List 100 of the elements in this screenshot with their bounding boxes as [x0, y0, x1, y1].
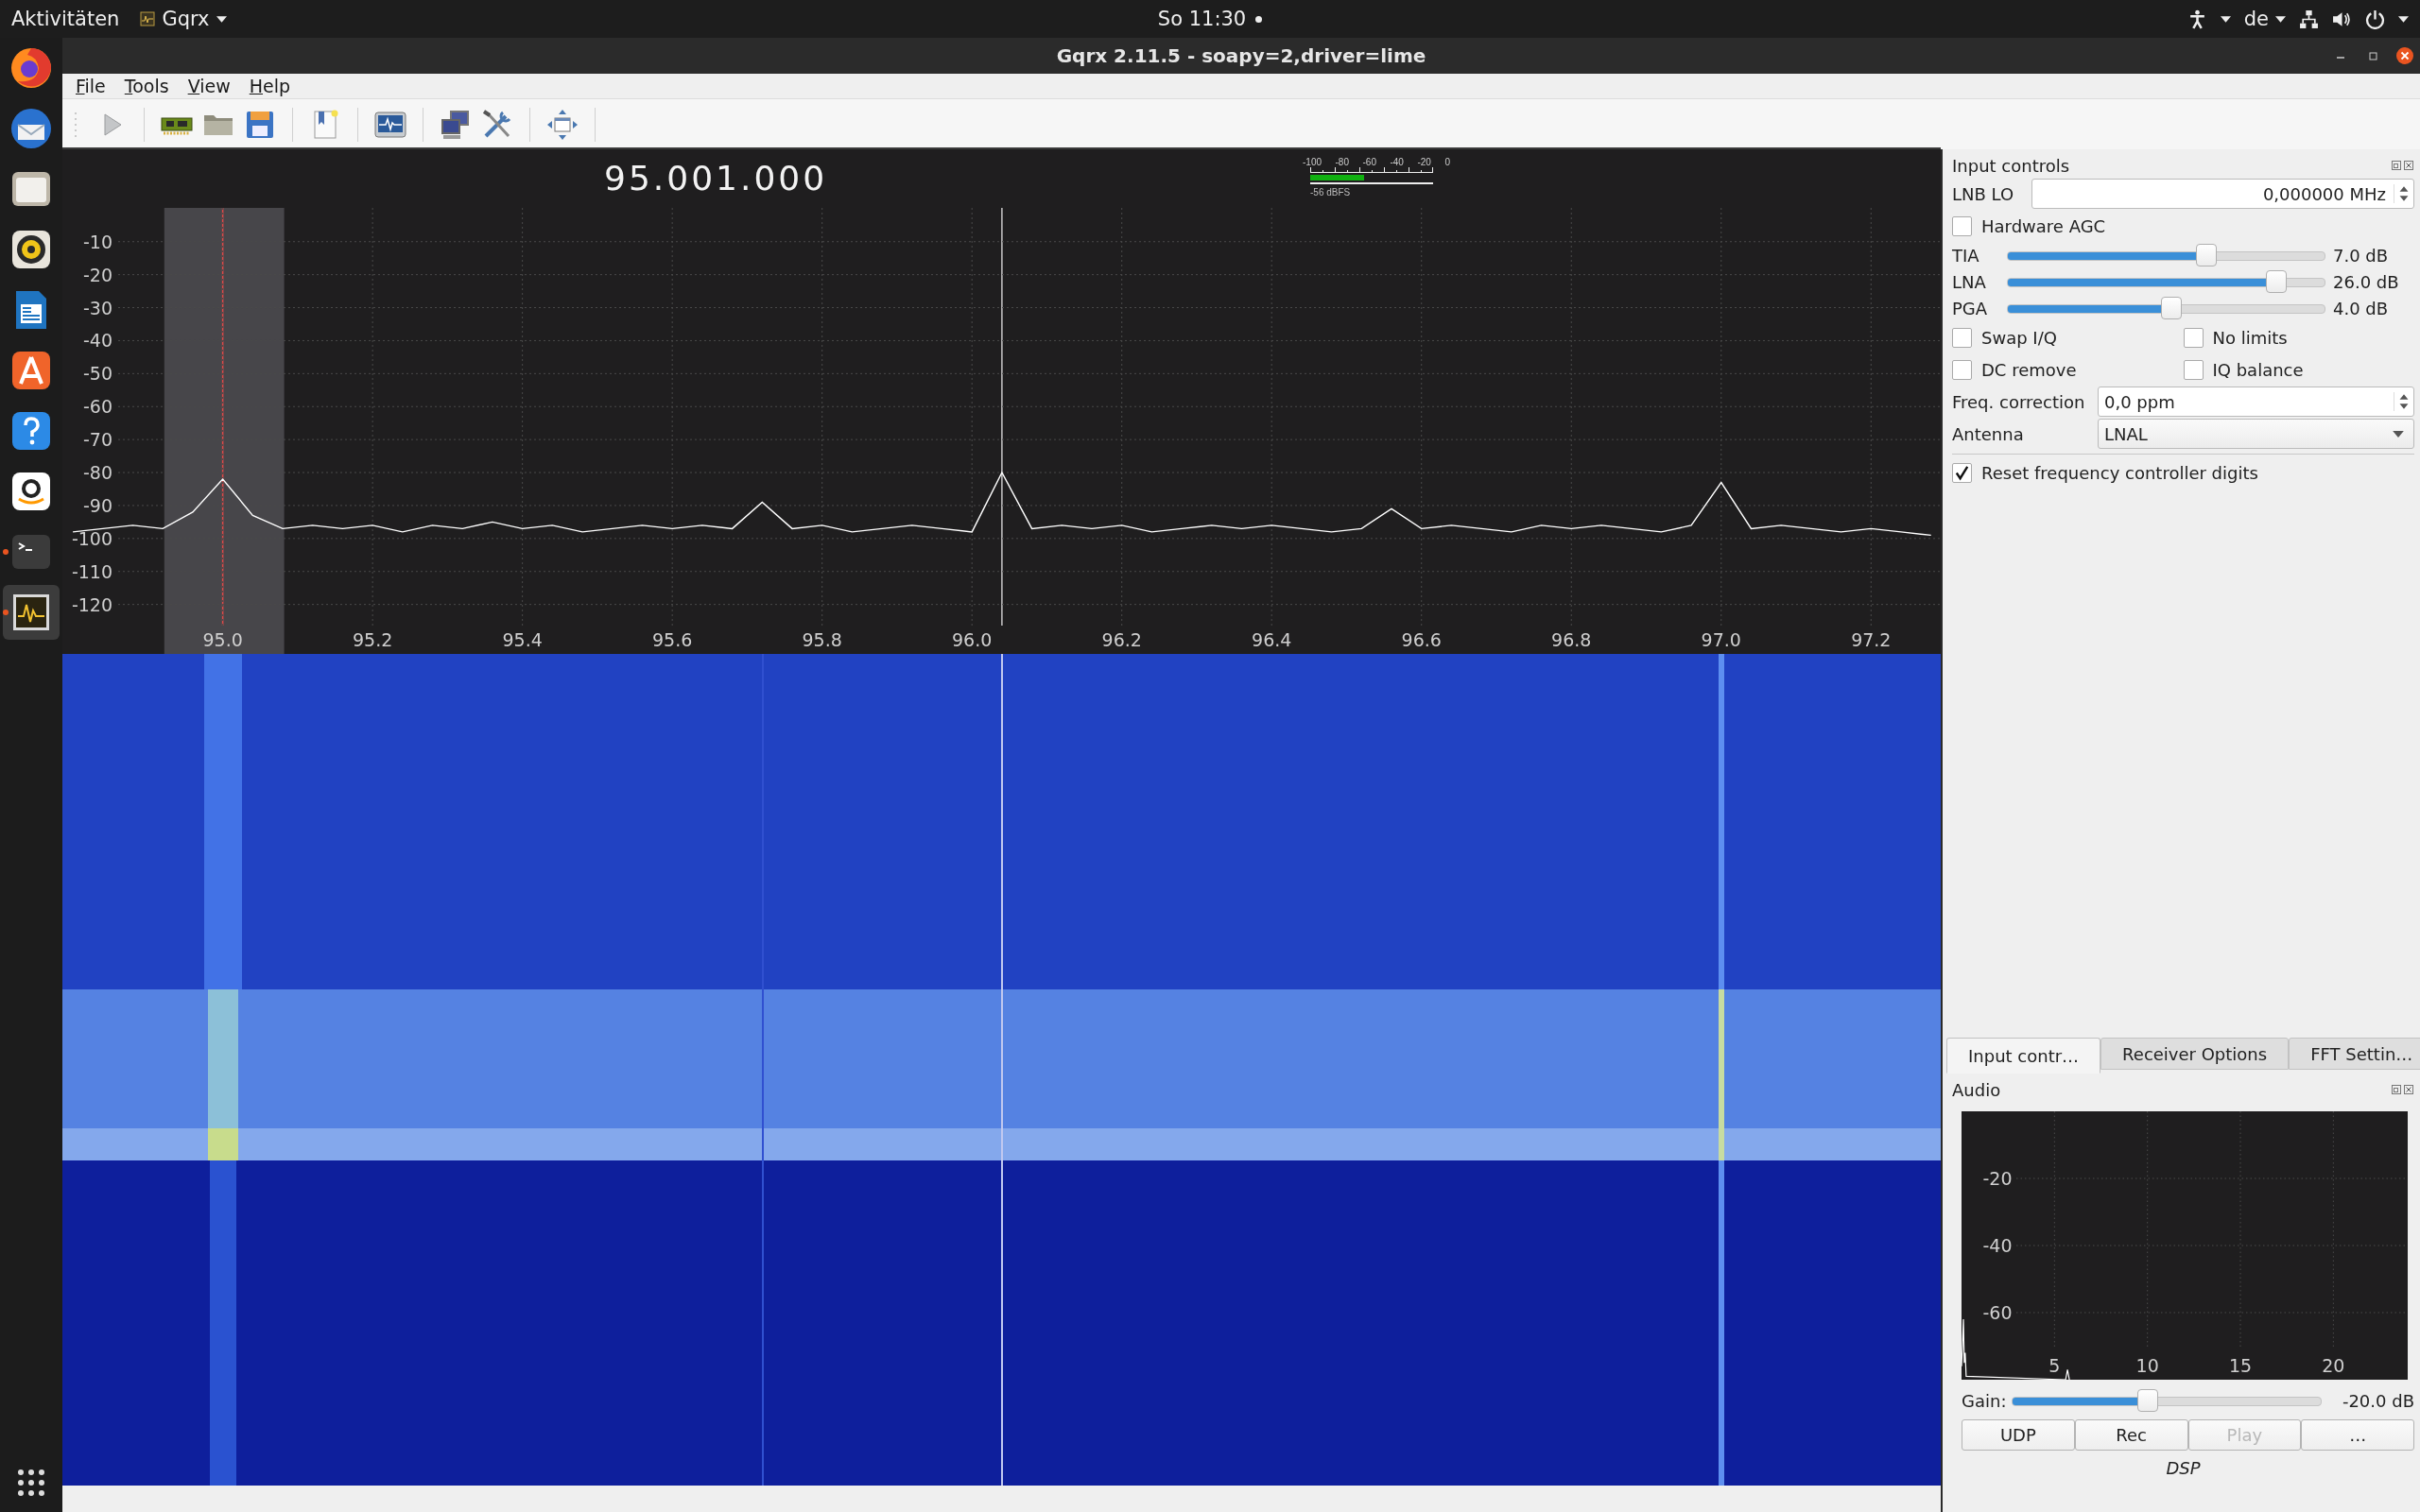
menu-item[interactable]: Tools — [124, 76, 169, 96]
slider-handle[interactable] — [2266, 270, 2288, 293]
clock[interactable]: So 11:30 — [1157, 8, 1247, 30]
panel-title: Audio — [1952, 1079, 2001, 1100]
axis-label: -20 — [1982, 1168, 2013, 1189]
checkbox[interactable] — [2183, 327, 2204, 348]
meter-tick-label: -60 — [1362, 157, 1376, 167]
tab[interactable]: FFT Settin… — [2289, 1038, 2420, 1070]
check-icon — [1953, 463, 1971, 482]
waveform-icon — [140, 11, 156, 26]
slider-label: TIA — [1952, 245, 1980, 266]
app-menu[interactable]: Gqrx — [140, 8, 227, 30]
axis-label: 95.2 — [352, 629, 393, 650]
float-close-icons[interactable] — [2392, 161, 2414, 170]
menu-item[interactable]: View — [187, 76, 231, 96]
checkbox-label[interactable]: IQ balance — [2212, 359, 2304, 380]
caret-icon — [2398, 15, 2409, 23]
caret-icon — [2220, 15, 2231, 23]
tab[interactable]: Input contr… — [1946, 1038, 2101, 1074]
panel-title: Input controls — [1952, 155, 2070, 176]
float-close-icons[interactable] — [2392, 1085, 2414, 1094]
checkbox-label[interactable]: No limits — [2212, 327, 2288, 348]
axis-label: -70 — [82, 429, 112, 451]
checkbox-label[interactable]: Swap I/Q — [1981, 327, 2057, 348]
checkbox[interactable] — [2183, 359, 2204, 380]
axis-label: -100 — [71, 527, 112, 549]
checkbox-label[interactable]: Reset frequency controller digits — [1981, 462, 2258, 483]
axis-label: 95.6 — [652, 629, 693, 650]
axis-label: 20 — [2322, 1355, 2345, 1376]
checkbox[interactable] — [1952, 327, 1972, 348]
spin-box[interactable]: 0,000000 MHz — [2031, 179, 2414, 209]
keyboard-layout-menu[interactable]: de — [2243, 8, 2286, 30]
slider-value: -20.0 dB — [2341, 1390, 2414, 1411]
spin-box[interactable]: 0,0 ppm — [2098, 387, 2414, 417]
meter-tick-label: -80 — [1335, 157, 1349, 167]
axis-label: 96.6 — [1401, 629, 1442, 650]
antenna-dropdown[interactable]: LNAL — [2098, 419, 2414, 449]
field-label: LNB LO — [1952, 183, 2015, 204]
audio-button[interactable]: Rec — [2074, 1419, 2188, 1451]
checkbox[interactable] — [1952, 462, 1972, 483]
slider-handle[interactable] — [2136, 1389, 2158, 1412]
meter-tick-label: 0 — [1444, 157, 1450, 167]
axis-label: -50 — [82, 363, 112, 385]
firefox-icon — [9, 45, 54, 91]
checkbox-label[interactable]: Hardware AGC — [1981, 215, 2106, 236]
window-title: Gqrx 2.11.5 - soapy=2,driver=lime — [1056, 44, 1426, 67]
axis-label: 96.4 — [1252, 629, 1292, 650]
frequency-display[interactable]: 95.001.000 — [604, 159, 828, 198]
dock-item[interactable] — [3, 585, 60, 640]
slider[interactable] — [2007, 296, 2325, 320]
bird-envelope-icon — [9, 106, 54, 151]
axis-label: -110 — [71, 560, 112, 582]
axis-label: 10 — [2135, 1355, 2159, 1376]
axis-label: -120 — [71, 593, 112, 615]
field-label: Freq. correction — [1952, 391, 2086, 412]
axis-label: -90 — [82, 494, 112, 516]
axis-label: 96.0 — [952, 629, 993, 650]
slider-handle[interactable] — [2161, 297, 2183, 319]
slider-value: 26.0 dB — [2333, 271, 2400, 292]
slider-handle[interactable] — [2196, 244, 2218, 266]
menu-item[interactable]: Help — [249, 76, 291, 96]
axis-label: -60 — [1982, 1302, 2013, 1323]
axis-label: -10 — [82, 231, 112, 252]
power-icon[interactable] — [2365, 9, 2385, 29]
axis-label: -60 — [82, 396, 112, 418]
activities-button[interactable]: Aktivitäten — [11, 8, 120, 30]
checkbox[interactable] — [1952, 359, 1972, 380]
slider-label: PGA — [1952, 298, 1989, 318]
slider[interactable] — [2007, 243, 2325, 267]
checkbox-label[interactable]: DC remove — [1981, 359, 2077, 380]
app-grid-icon[interactable] — [17, 1469, 45, 1497]
menu-item[interactable]: File — [76, 76, 106, 96]
meter-reading: -56 dBFS — [1310, 187, 1352, 198]
notification-dot-icon — [1255, 15, 1263, 23]
axis-label: -40 — [82, 330, 112, 352]
axis-label: -40 — [1982, 1235, 2013, 1256]
axis-label: -30 — [82, 297, 112, 318]
slider[interactable] — [2012, 1388, 2322, 1413]
axis-label: -20 — [82, 264, 112, 285]
meter-tick-label: -40 — [1390, 157, 1404, 167]
dsp-label: DSP — [2166, 1458, 2201, 1478]
axis-label: 95.4 — [502, 629, 543, 650]
running-dot-icon — [3, 610, 9, 615]
caret-icon — [2275, 15, 2286, 23]
checkbox[interactable] — [1952, 215, 1972, 236]
meter-tick-label: -20 — [1417, 157, 1431, 167]
slider[interactable] — [2007, 269, 2325, 294]
close-icon[interactable] — [2395, 46, 2414, 65]
audio-button[interactable]: UDP — [1962, 1419, 2075, 1451]
axis-label: 95.0 — [202, 629, 243, 650]
tab[interactable]: Receiver Options — [2100, 1038, 2290, 1070]
axis-label: 5 — [2048, 1355, 2061, 1376]
axis-label: 97.0 — [1701, 629, 1741, 650]
audio-button[interactable]: … — [2301, 1419, 2414, 1451]
caret-icon — [216, 15, 227, 23]
network-icon[interactable] — [2299, 9, 2319, 29]
running-dot-icon — [3, 549, 9, 555]
slider-label: LNA — [1952, 271, 1987, 292]
toolbar-grip[interactable] — [74, 110, 78, 139]
axis-label: 96.2 — [1101, 629, 1142, 650]
